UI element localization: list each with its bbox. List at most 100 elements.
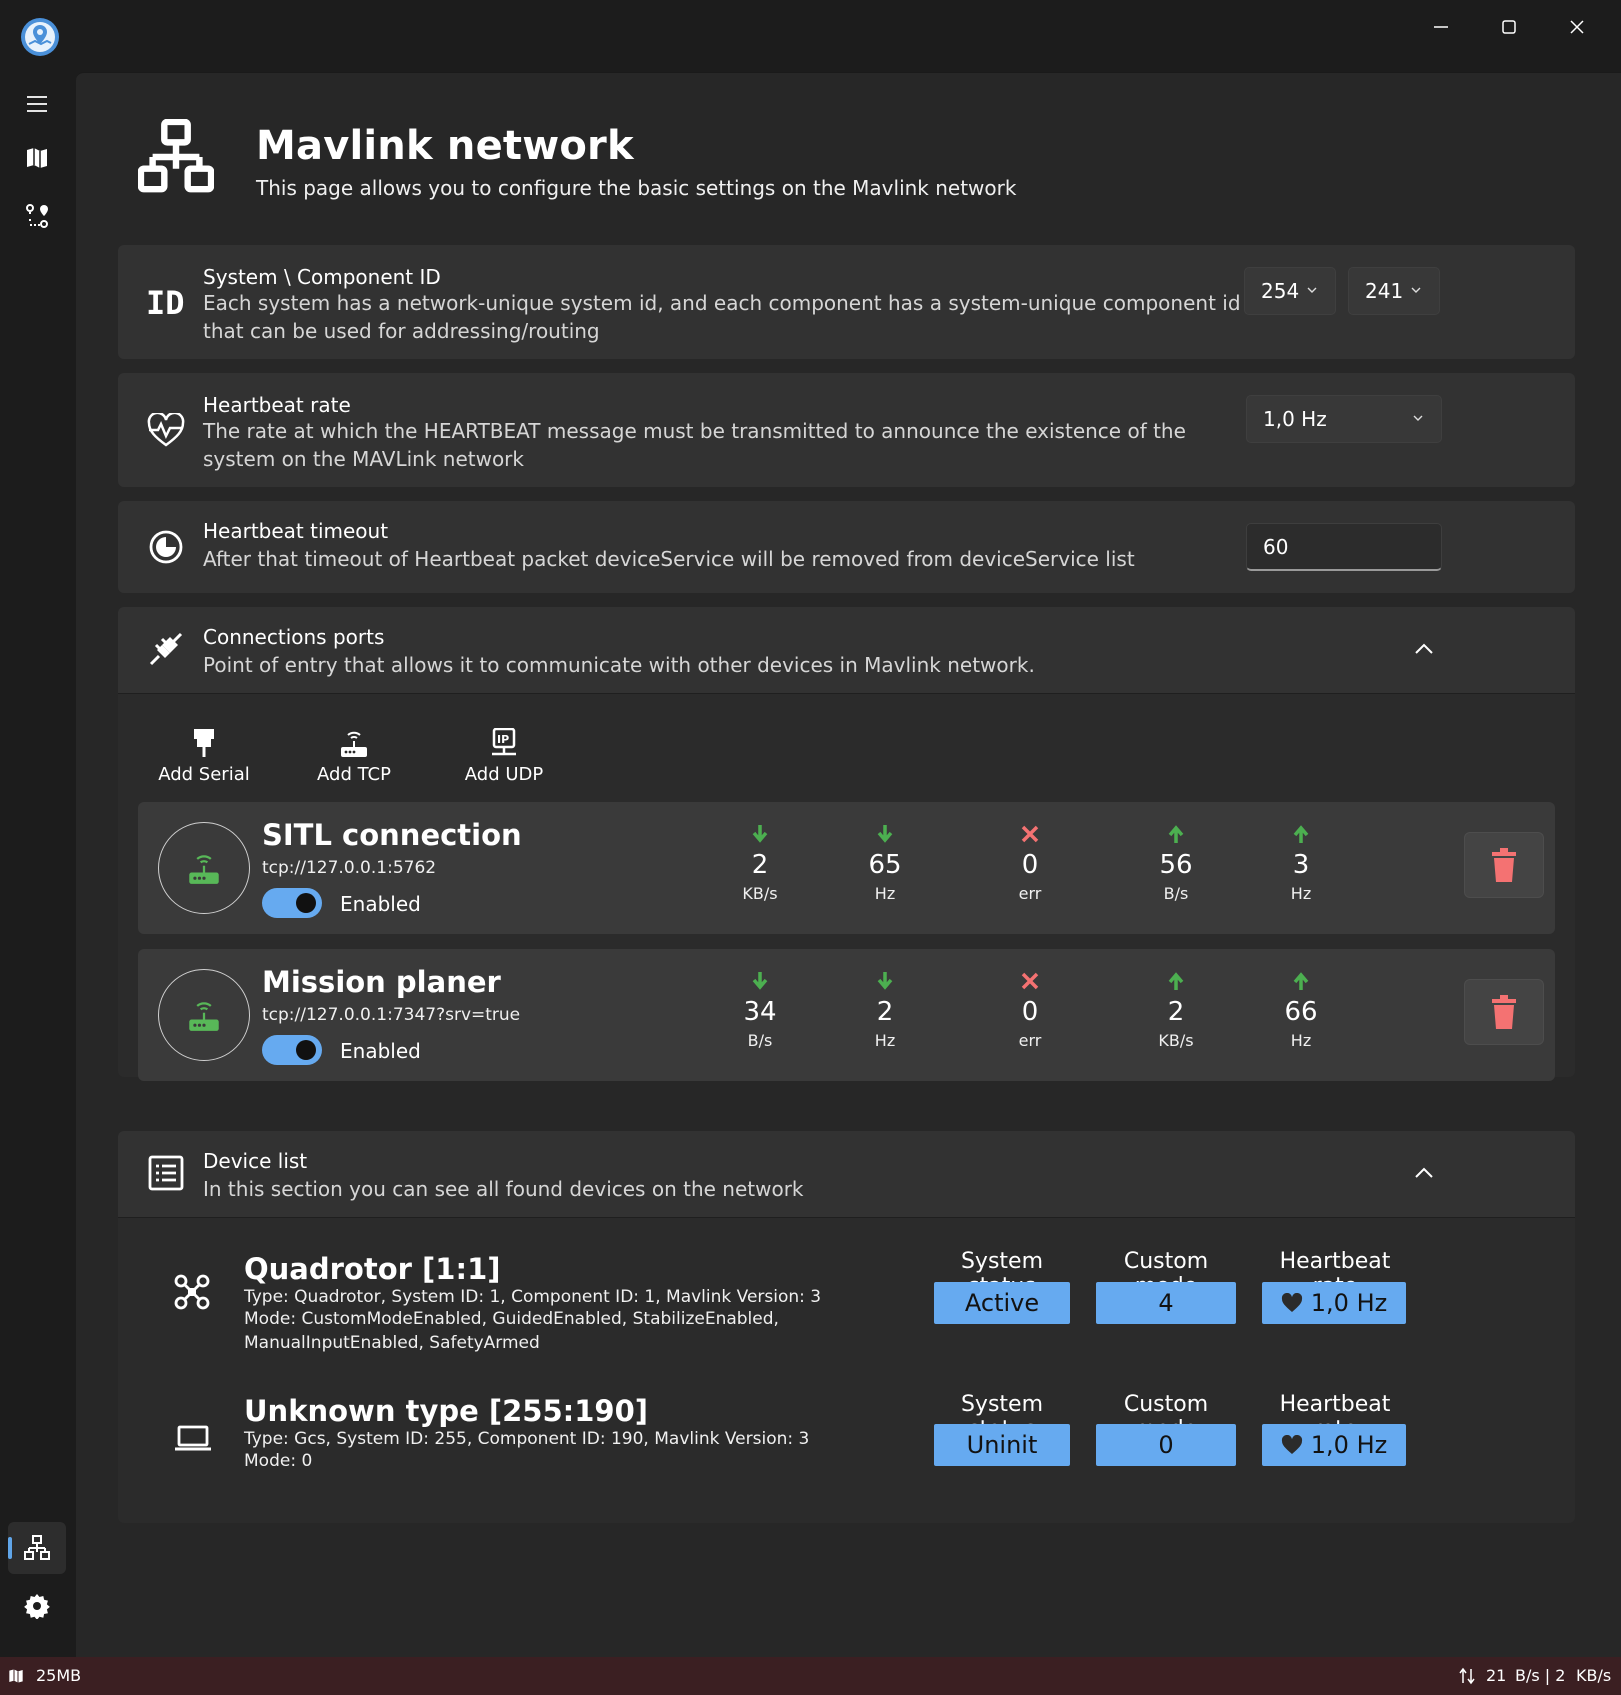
connections-expander-header[interactable]: Connections ports Point of entry that al… (118, 607, 1575, 693)
svg-text:ID: ID (146, 285, 185, 319)
maximize-icon (1502, 20, 1516, 34)
heartbeat-timeout-desc: After that timeout of Heartbeat packet d… (203, 547, 1135, 571)
chevron-down-icon (1411, 287, 1421, 293)
minimize-icon (1434, 26, 1448, 28)
memory-usage: 25MB (36, 1666, 82, 1685)
tx-hz-stat: 3 Hz (1256, 824, 1346, 903)
heartbeat-rate-value: 1,0 Hz (1263, 407, 1327, 431)
status-bar: 25MB 21 B/s | 2 KB/s (0, 1657, 1621, 1695)
minimize-button[interactable] (1411, 4, 1471, 50)
list-icon (146, 1153, 186, 1193)
title-bar (76, 0, 1621, 68)
stat-value: 56 (1159, 850, 1193, 880)
component-id-value: 241 (1365, 279, 1404, 303)
stat-value: 3 (1292, 850, 1310, 880)
device-type-line: Type: Gcs, System ID: 255, Component ID:… (244, 1429, 810, 1449)
system-id-card: ID System \ Component ID Each system has… (118, 245, 1575, 359)
sidebar-item-route[interactable] (8, 190, 66, 242)
error-x-icon (1021, 972, 1039, 990)
serial-port-icon (194, 729, 214, 757)
heart-icon (1281, 1435, 1302, 1454)
rx-unit: B/s | 2 (1515, 1666, 1566, 1685)
system-id-select[interactable]: 254 (1244, 267, 1336, 315)
system-status-badge: Active (934, 1282, 1070, 1324)
stat-unit: Hz (1290, 884, 1312, 903)
enabled-label: Enabled (340, 892, 421, 916)
connections-title: Connections ports (203, 625, 385, 649)
main-content: Mavlink network This page allows you to … (76, 72, 1621, 1657)
device-name: Unknown type [255:190] (244, 1394, 649, 1428)
device-list-desc: In this section you can see all found de… (203, 1177, 804, 1201)
sidebar-item-network[interactable] (8, 1522, 66, 1574)
system-id-value: 254 (1261, 279, 1300, 303)
connection-name: SITL connection (262, 818, 522, 852)
enabled-label: Enabled (340, 1039, 421, 1063)
svg-text:IP: IP (497, 733, 509, 746)
page-subtitle: This page allows you to configure the ba… (256, 176, 1017, 200)
device-mode-line: Mode: 0 (244, 1451, 313, 1471)
arrow-up-icon (1293, 972, 1309, 990)
heartbeat-rate-desc: The rate at which the HEARTBEAT message … (203, 419, 1186, 471)
stat-unit: Hz (874, 884, 896, 903)
transfer-arrows-icon (1459, 1667, 1475, 1685)
heartbeat-timeout-input[interactable]: 60 (1246, 523, 1442, 571)
stat-value: 66 (1284, 997, 1318, 1027)
enabled-toggle[interactable] (262, 1035, 322, 1065)
arrow-down-icon (752, 825, 768, 843)
stat-unit: B/s (1163, 884, 1189, 903)
connection-name: Mission planer (262, 965, 501, 999)
heartbeat-rate-value: 1,0 Hz (1310, 1289, 1388, 1317)
device-list-expander-header[interactable]: Device list In this section you can see … (118, 1131, 1575, 1217)
error-x-icon (1021, 825, 1039, 843)
heart-icon (1281, 1293, 1302, 1312)
trash-icon (1492, 995, 1516, 1029)
connections-panel: Add Serial Add TCP IP Add UDP SITL conne… (118, 693, 1575, 1081)
system-id-desc: Each system has a network-unique system … (203, 291, 1241, 343)
heartbeat-rate-select[interactable]: 1,0 Hz (1246, 395, 1442, 443)
connection-url: tcp://127.0.0.1:5762 (262, 858, 437, 878)
gear-icon (24, 1594, 50, 1619)
chevron-up-icon[interactable] (1414, 1165, 1434, 1181)
delete-connection-button[interactable] (1464, 979, 1544, 1045)
heartbeat-timeout-card: Heartbeat timeout After that timeout of … (118, 501, 1575, 593)
arrow-down-icon (752, 972, 768, 990)
enabled-toggle[interactable] (262, 888, 322, 918)
close-icon (1570, 20, 1584, 34)
stat-unit: err (1018, 884, 1042, 903)
ip-network-icon: IP (492, 728, 516, 756)
close-button[interactable] (1547, 4, 1607, 50)
page-title: Mavlink network (256, 123, 634, 169)
stat-value: 2 (751, 850, 769, 880)
menu-button[interactable] (8, 78, 66, 130)
rx-rate: 21 (1486, 1666, 1507, 1685)
sidebar-item-settings[interactable] (8, 1580, 66, 1632)
device-name: Quadrotor [1:1] (244, 1252, 501, 1286)
error-stat: 0 err (985, 971, 1075, 1050)
map-icon (27, 148, 47, 168)
sidebar-item-map[interactable] (8, 132, 66, 184)
component-id-select[interactable]: 241 (1348, 267, 1440, 315)
device-list-title: Device list (203, 1149, 308, 1173)
network-icon (137, 118, 215, 199)
delete-connection-button[interactable] (1464, 832, 1544, 898)
rx-hz-stat: 2 Hz (840, 971, 930, 1050)
stat-value: 0 (1021, 997, 1039, 1027)
network-icon (24, 1535, 50, 1560)
add-tcp-label: Add TCP (317, 764, 391, 785)
add-tcp-button[interactable]: Add TCP (294, 728, 414, 798)
rx-rate-stat: 34 B/s (715, 971, 805, 1050)
chevron-up-icon[interactable] (1414, 641, 1434, 657)
rx-rate-stat: 2 KB/s (715, 824, 805, 903)
add-serial-button[interactable]: Add Serial (144, 728, 264, 798)
add-serial-label: Add Serial (158, 764, 250, 785)
stat-value: 2 (1167, 997, 1185, 1027)
connection-url: tcp://127.0.0.1:7347?srv=true (262, 1005, 521, 1025)
route-icon (26, 204, 48, 228)
arrow-up-icon (1168, 825, 1184, 843)
add-udp-button[interactable]: IP Add UDP (444, 728, 564, 798)
maximize-button[interactable] (1479, 4, 1539, 50)
laptop-icon (174, 1424, 212, 1458)
custom-mode-badge: 0 (1096, 1424, 1236, 1466)
stat-unit: KB/s (1158, 1031, 1194, 1050)
arrow-down-icon (877, 825, 893, 843)
